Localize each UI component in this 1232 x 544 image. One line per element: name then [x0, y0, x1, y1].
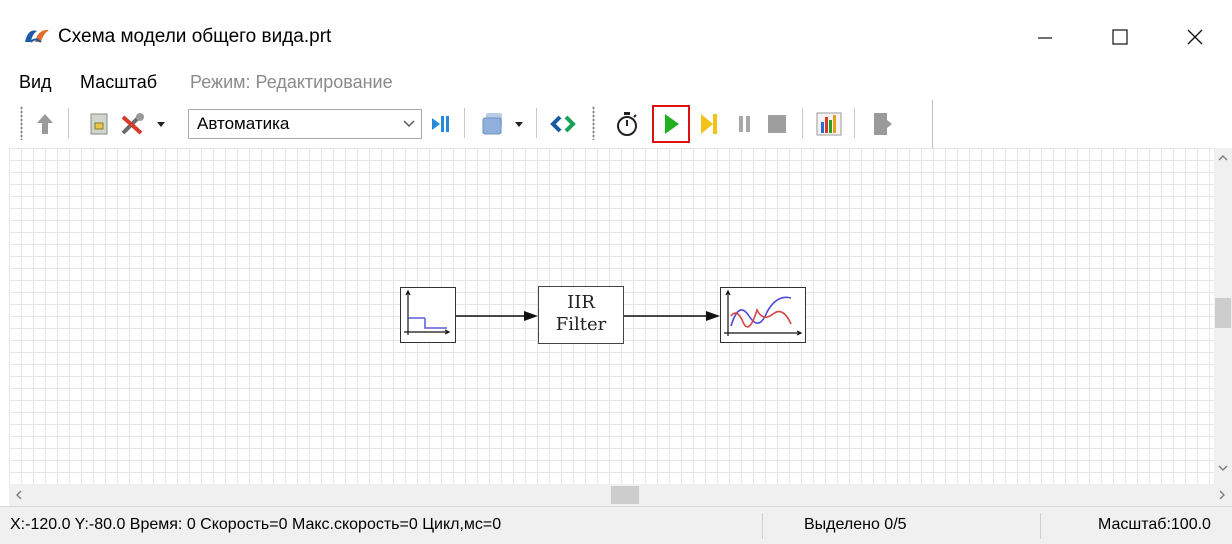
horizontal-scroll-thumb[interactable] — [611, 486, 639, 504]
app-window: Схема модели общего вида.prt Вид Масштаб… — [0, 0, 1232, 544]
model-type-value: Автоматика — [197, 114, 290, 133]
status-coordinates: X:-120.0 Y:-80.0 Время: 0 Скорость=0 Мак… — [10, 516, 502, 533]
app-logo-icon — [22, 25, 52, 47]
status-divider — [1040, 513, 1041, 539]
scroll-left-icon — [16, 490, 22, 500]
step-button[interactable] — [694, 108, 724, 140]
step-icon — [701, 114, 717, 134]
tools-icon — [121, 113, 144, 135]
toolbar: Автоматика — [12, 100, 933, 149]
exit-button[interactable] — [868, 108, 898, 140]
link-icon — [550, 115, 576, 133]
dropdown-arrow-icon — [515, 122, 523, 127]
maximize-icon — [1112, 29, 1128, 45]
minimize-button[interactable] — [1015, 14, 1075, 60]
close-button[interactable] — [1165, 14, 1225, 60]
window-title: Схема модели общего вида.prt — [58, 26, 332, 47]
filter-label-line2: Filter — [555, 314, 607, 335]
scope-block[interactable] — [720, 287, 806, 343]
script-icon — [90, 113, 108, 135]
toolbar-separator — [68, 108, 69, 138]
vertical-scroll-thumb[interactable] — [1215, 298, 1231, 328]
step-into-button[interactable] — [426, 108, 456, 140]
maximize-button[interactable] — [1090, 14, 1150, 60]
menu-bar: Вид Масштаб Режим: Редактирование — [0, 68, 1232, 98]
bar-chart-icon — [816, 112, 842, 136]
up-arrow-icon — [37, 114, 53, 134]
scroll-right-icon — [1219, 490, 1225, 500]
run-button[interactable] — [652, 105, 690, 143]
tools-dropdown-button[interactable] — [154, 108, 168, 140]
filter-label-line1: IIR — [567, 292, 595, 313]
status-bar: X:-120.0 Y:-80.0 Время: 0 Скорость=0 Мак… — [0, 506, 1232, 544]
script-button[interactable] — [84, 108, 114, 140]
stopwatch-button[interactable] — [612, 108, 642, 140]
title-bar: Схема модели общего вида.prt — [0, 0, 1232, 62]
menu-mode: Режим: Редактирование — [190, 72, 393, 92]
layers-icon — [482, 113, 502, 135]
pause-icon — [739, 116, 750, 132]
link-button[interactable] — [548, 108, 578, 140]
stopwatch-icon — [617, 112, 637, 136]
toolbar-separator — [802, 108, 803, 138]
chevron-down-icon — [403, 120, 415, 127]
scroll-down-icon — [1218, 465, 1228, 471]
toolbar-grip[interactable] — [20, 106, 23, 140]
iir-filter-block[interactable]: IIR Filter — [538, 286, 624, 344]
step-signal-icon — [404, 289, 451, 335]
tools-button[interactable] — [118, 108, 148, 140]
scroll-up-icon — [1218, 155, 1228, 161]
layers-button[interactable] — [478, 108, 508, 140]
layers-dropdown-button[interactable] — [512, 108, 526, 140]
menu-scale[interactable]: Масштаб — [80, 72, 157, 93]
vertical-scrollbar[interactable] — [1214, 148, 1232, 484]
step-source-block[interactable] — [400, 287, 456, 343]
step-into-icon — [432, 116, 449, 132]
toolbar-separator — [854, 108, 855, 138]
up-arrow-button[interactable] — [30, 108, 60, 140]
status-divider — [762, 513, 763, 539]
dropdown-arrow-icon — [157, 122, 165, 127]
exit-icon — [874, 113, 892, 135]
connection-arrow-2 — [624, 311, 720, 321]
pause-button[interactable] — [730, 108, 760, 140]
play-icon — [665, 114, 679, 134]
horizontal-scrollbar[interactable] — [9, 484, 1232, 506]
status-selection: Выделено 0/5 — [804, 516, 907, 533]
toolbar-separator — [536, 108, 537, 138]
charts-button[interactable] — [814, 108, 844, 140]
status-zoom: Масштаб:100.0 — [1098, 516, 1211, 533]
model-type-select[interactable]: Автоматика — [188, 109, 422, 139]
toolbar-grip[interactable] — [592, 106, 595, 140]
connection-arrow-1 — [456, 311, 538, 321]
toolbar-separator — [464, 108, 465, 138]
stop-icon — [768, 115, 786, 133]
close-icon — [1187, 29, 1203, 45]
menu-view[interactable]: Вид — [19, 72, 52, 93]
scope-plot-icon — [724, 289, 803, 336]
stop-button[interactable] — [762, 108, 792, 140]
minimize-icon — [1038, 37, 1052, 39]
